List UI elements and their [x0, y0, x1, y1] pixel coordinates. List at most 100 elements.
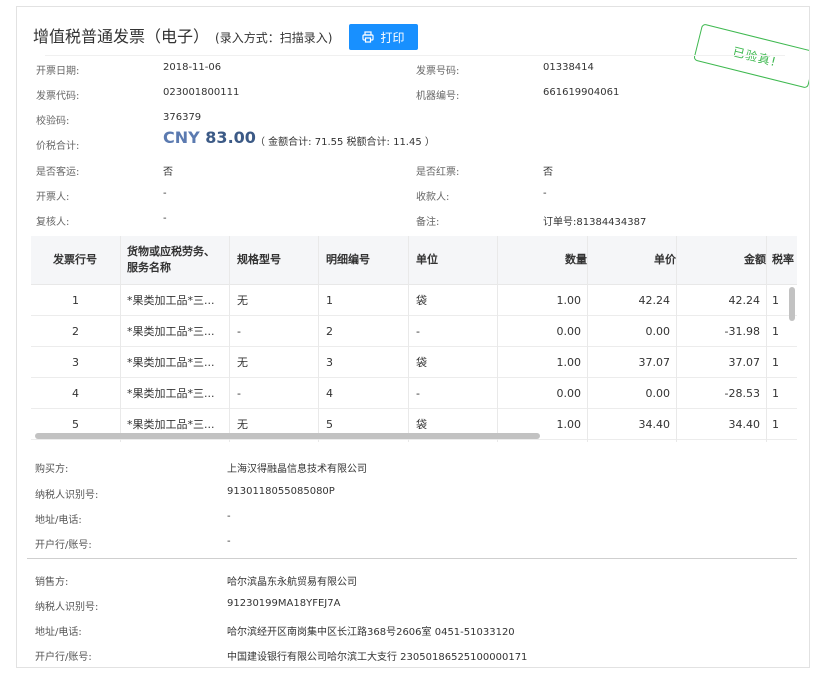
- horizontal-scrollbar-thumb[interactable]: [35, 433, 540, 439]
- machine-no: 661619904061: [543, 87, 620, 98]
- red-invoice-value: 否: [543, 167, 553, 178]
- printer-icon: [362, 31, 375, 43]
- cell-detail: 3: [326, 355, 333, 369]
- col-row-no: 发票行号: [53, 253, 97, 266]
- seller-address-label: 地址/电话:: [35, 627, 82, 638]
- cell-spec: -: [237, 386, 241, 400]
- cell-unit: -: [416, 386, 420, 400]
- invoice-title: 增值税普通发票（电子） (录入方式：扫描录入): [33, 23, 332, 47]
- print-button[interactable]: 打印: [349, 24, 418, 50]
- cell-name: *果类加工品*三...: [127, 294, 215, 307]
- remark-value: 订单号:81384434387: [543, 217, 647, 228]
- invoice-code-label: 发票代码:: [36, 91, 80, 102]
- machine-no-label: 机器编号:: [416, 91, 460, 102]
- cell-name: *果类加工品*三...: [127, 387, 215, 400]
- buyer-tax-id-label: 纳税人识别号:: [35, 490, 99, 501]
- col-price: 单价: [654, 253, 676, 266]
- seller-bank-label: 开户行/账号:: [35, 652, 92, 663]
- cell-unit: -: [416, 324, 420, 338]
- check-code-label: 校验码:: [36, 116, 70, 127]
- buyer-bank: -: [227, 536, 231, 547]
- cell-price: 0.00: [645, 324, 671, 338]
- seller-bank: 中国建设银行有限公司哈尔滨工大支行 23050186525100000171: [227, 652, 528, 663]
- cell-price: 42.24: [638, 293, 671, 307]
- cell-price: 0.00: [645, 386, 671, 400]
- table-header: 发票行号 货物或应税劳务、 服务名称 规格型号 明细编号 单位 数量 单价 金额…: [31, 236, 797, 285]
- buyer-name: 上海汉得融晶信息技术有限公司: [227, 464, 367, 475]
- cell-qty: 1.00: [556, 293, 582, 307]
- table-row[interactable]: 4 *果类加工品*三... -4-0.00 0.00 -28.53 1: [31, 378, 797, 409]
- payee-value: -: [543, 188, 547, 199]
- column-divider: [587, 236, 588, 442]
- col-spec: 规格型号: [237, 253, 281, 266]
- vertical-scrollbar[interactable]: [787, 285, 797, 431]
- cell-unit: 袋: [416, 356, 427, 369]
- horizontal-scrollbar[interactable]: [31, 431, 797, 441]
- cell-amount: 42.24: [728, 293, 761, 307]
- cell-amount: -28.53: [724, 386, 760, 400]
- header-divider: [45, 55, 785, 56]
- issue-date-label: 开票日期:: [36, 66, 80, 77]
- cell-qty: 1.00: [556, 355, 582, 369]
- cell-price: 37.07: [638, 355, 671, 369]
- cell-name: *果类加工品*三...: [127, 325, 215, 338]
- cell-name: *果类加工品*三...: [127, 356, 215, 369]
- cell-qty: 0.00: [556, 324, 582, 338]
- issuer-label: 开票人:: [36, 192, 70, 203]
- column-divider: [408, 236, 409, 442]
- column-divider: [120, 236, 121, 442]
- reviewer-label: 复核人:: [36, 217, 70, 228]
- currency: CNY: [163, 128, 200, 147]
- buyer-address-label: 地址/电话:: [35, 515, 82, 526]
- seller-address: 哈尔滨经开区南岗集中区长江路368号2606室 0451-51033120: [227, 627, 515, 638]
- cell-detail: 4: [326, 386, 333, 400]
- cell-no: 2: [72, 324, 79, 338]
- column-divider: [766, 236, 767, 442]
- issuer-value: -: [163, 188, 167, 199]
- cell-amount: -31.98: [724, 324, 760, 338]
- issue-date: 2018-11-06: [163, 62, 222, 73]
- col-unit: 单位: [416, 253, 438, 266]
- red-invoice-label: 是否红票:: [416, 167, 460, 178]
- section-divider: [27, 558, 797, 559]
- col-goods-name: 货物或应税劳务、 服务名称: [127, 236, 227, 284]
- table-row[interactable]: 3 *果类加工品*三... 无 3 袋 1.00 37.07 37.07 1: [31, 347, 797, 378]
- entry-method: (录入方式：扫描录入): [215, 31, 333, 45]
- seller-name: 哈尔滨晶东永航贸易有限公司: [227, 577, 357, 588]
- col-amount: 金额: [744, 253, 766, 266]
- total-amount: CNY 83.00: [163, 128, 256, 147]
- print-button-label: 打印: [380, 30, 405, 45]
- cell-no: 3: [72, 355, 79, 369]
- vertical-scrollbar-thumb[interactable]: [789, 287, 795, 321]
- column-divider: [229, 236, 230, 442]
- invoice-items-table: 发票行号 货物或应税劳务、 服务名称 规格型号 明细编号 单位 数量 单价 金额…: [31, 236, 797, 442]
- cell-spec: 无: [237, 356, 248, 369]
- invoice-no: 01338414: [543, 62, 594, 73]
- col-goods-name-line1: 货物或应税劳务、: [127, 245, 215, 258]
- payee-label: 收款人:: [416, 192, 450, 203]
- buyer-tax-id: 9130118055085080P: [227, 486, 335, 497]
- total-label: 价税合计:: [36, 141, 80, 152]
- col-detail-no: 明细编号: [326, 253, 370, 266]
- total-detail: （ 金额合计: 71.55 税额合计: 11.45 ）: [255, 137, 435, 148]
- check-code: 376379: [163, 112, 202, 123]
- buyer-bank-label: 开户行/账号:: [35, 540, 92, 551]
- seller-label: 销售方:: [35, 577, 69, 588]
- column-divider: [676, 236, 677, 442]
- column-divider: [318, 236, 319, 442]
- invoice-title-text: 增值税普通发票（电子）: [33, 27, 210, 46]
- cell-amount: 37.07: [728, 355, 761, 369]
- table-row[interactable]: 2 *果类加工品*三... -2-0.00 0.00 -31.98 1: [31, 316, 797, 347]
- invoice-no-label: 发票号码:: [416, 66, 460, 77]
- col-goods-name-line2: 服务名称: [127, 261, 171, 274]
- remark-label: 备注:: [416, 217, 440, 228]
- invoice-panel: 增值税普通发票（电子） (录入方式：扫描录入) 打印 已验真! 开票日期: 201…: [16, 6, 810, 668]
- table-row[interactable]: 1 *果类加工品*三... 无 1 袋 1.00 42.24 42.24 1: [31, 285, 797, 316]
- col-qty: 数量: [565, 253, 587, 266]
- invoice-code: 023001800111: [163, 87, 240, 98]
- col-tax-rate: 税率: [772, 253, 794, 266]
- cell-qty: 0.00: [556, 386, 582, 400]
- cell-detail: 2: [326, 324, 333, 338]
- cell-spec: -: [237, 324, 241, 338]
- cell-unit: 袋: [416, 294, 427, 307]
